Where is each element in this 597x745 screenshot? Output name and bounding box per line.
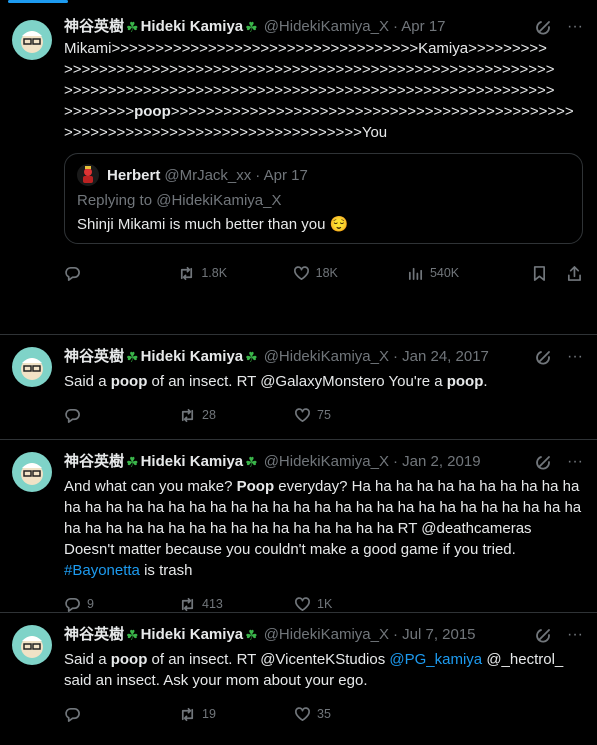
handle[interactable]: @HidekiKamiya_X bbox=[264, 347, 389, 367]
like-button[interactable]: 75 bbox=[294, 407, 409, 424]
handle[interactable]: @HidekiKamiya_X bbox=[264, 17, 389, 37]
clover-icon: ☘ bbox=[126, 19, 139, 35]
clover-icon: ☘ bbox=[126, 349, 139, 365]
clover-icon: ☘ bbox=[126, 627, 139, 643]
views-button[interactable]: 540K bbox=[407, 265, 531, 282]
action-bar: 1.8K 18K 540K bbox=[64, 258, 583, 288]
share-icon[interactable] bbox=[566, 265, 583, 282]
tweet[interactable]: 神谷英樹 ☘ Hideki Kamiya ☘ @HidekiKamiya_X ·… bbox=[0, 440, 597, 613]
handle[interactable]: @HidekiKamiya_X bbox=[264, 625, 389, 645]
reply-icon bbox=[65, 707, 80, 722]
display-name[interactable]: Hideki Kamiya bbox=[141, 625, 244, 645]
hashtag-link[interactable]: #Bayonetta bbox=[64, 562, 140, 579]
retweet-button[interactable]: 1.8K bbox=[178, 265, 292, 282]
display-name-jp[interactable]: 神谷英樹 bbox=[64, 17, 124, 37]
retweet-icon bbox=[181, 266, 193, 280]
retweet-icon bbox=[181, 408, 194, 422]
quote-handle[interactable]: @MrJack_xx bbox=[164, 167, 251, 184]
tweet-header: 神谷英樹 ☘ Hideki Kamiya ☘ @HidekiKamiya_X ·… bbox=[64, 452, 583, 472]
timestamp[interactable]: · Jan 2, 2019 bbox=[393, 452, 481, 472]
tweet-text: Said a poop of an insect. RT @VicenteKSt… bbox=[64, 651, 564, 689]
display-name-jp[interactable]: 神谷英樹 bbox=[64, 452, 124, 472]
retweet-button[interactable]: 28 bbox=[179, 407, 294, 424]
mention-link[interactable]: @PG_kamiya bbox=[389, 651, 482, 668]
clover-icon: ☘ bbox=[245, 627, 258, 643]
quote-avatar[interactable] bbox=[77, 164, 99, 186]
tweet[interactable]: 神谷英樹 ☘ Hideki Kamiya ☘ @HidekiKamiya_X ·… bbox=[0, 613, 597, 745]
display-name-jp[interactable]: 神谷英樹 bbox=[64, 347, 124, 367]
display-name[interactable]: Hideki Kamiya bbox=[141, 347, 244, 367]
action-bar: 28 75 bbox=[64, 400, 583, 430]
retweet-button[interactable]: 19 bbox=[179, 706, 294, 723]
avatar[interactable] bbox=[12, 347, 52, 387]
timestamp[interactable]: · Jan 24, 2017 bbox=[393, 347, 489, 367]
views-icon bbox=[408, 267, 422, 280]
retweet-icon bbox=[181, 707, 194, 721]
quote-display-name[interactable]: Herbert bbox=[107, 167, 160, 184]
clover-icon: ☘ bbox=[245, 454, 258, 470]
avatar[interactable] bbox=[12, 452, 52, 492]
quote-text: Shinji Mikami is much better than you 😌 bbox=[77, 216, 349, 233]
reply-button[interactable]: 9 bbox=[64, 596, 179, 613]
reply-icon bbox=[65, 597, 80, 612]
like-button[interactable]: 1K bbox=[294, 596, 409, 613]
clover-icon: ☘ bbox=[245, 349, 258, 365]
clover-icon: ☘ bbox=[126, 454, 139, 470]
like-icon bbox=[295, 407, 310, 422]
tweet-header: 神谷英樹 ☘ Hideki Kamiya ☘ @HidekiKamiya_X ·… bbox=[64, 17, 583, 37]
grok-icon[interactable] bbox=[535, 626, 553, 644]
tweet[interactable]: 神谷英樹 ☘ Hideki Kamiya ☘ @HidekiKamiya_X ·… bbox=[0, 335, 597, 440]
timestamp[interactable]: · Apr 17 bbox=[393, 17, 446, 37]
like-icon bbox=[295, 706, 310, 721]
replying-to: Replying to @HidekiKamiya_X bbox=[77, 192, 282, 209]
more-icon[interactable]: ··· bbox=[567, 625, 583, 645]
action-bar: 19 35 bbox=[64, 699, 583, 729]
reply-icon bbox=[65, 266, 80, 281]
reply-button[interactable] bbox=[64, 407, 179, 424]
reply-icon bbox=[65, 408, 80, 423]
tweet-header: 神谷英樹 ☘ Hideki Kamiya ☘ @HidekiKamiya_X ·… bbox=[64, 625, 583, 645]
reply-button[interactable] bbox=[64, 706, 179, 723]
avatar[interactable] bbox=[12, 20, 52, 60]
retweet-button[interactable]: 413 bbox=[179, 596, 294, 613]
tweet-text: Said a poop of an insect. RT @GalaxyMons… bbox=[64, 373, 488, 390]
like-button[interactable]: 35 bbox=[294, 706, 409, 723]
quote-timestamp[interactable]: · Apr 17 bbox=[255, 167, 308, 184]
quoted-tweet[interactable]: Herbert @MrJack_xx · Apr 17 Replying to … bbox=[64, 153, 583, 244]
tweet-text: And what can you make? Poop everyday? Ha… bbox=[64, 478, 582, 579]
handle[interactable]: @HidekiKamiya_X bbox=[264, 452, 389, 472]
display-name-jp[interactable]: 神谷英樹 bbox=[64, 625, 124, 645]
more-icon[interactable]: ··· bbox=[567, 347, 583, 367]
timestamp[interactable]: · Jul 7, 2015 bbox=[393, 625, 476, 645]
bookmark-icon[interactable] bbox=[531, 265, 548, 282]
grok-icon[interactable] bbox=[535, 453, 553, 471]
grok-icon[interactable] bbox=[535, 348, 553, 366]
display-name[interactable]: Hideki Kamiya bbox=[141, 17, 244, 37]
more-icon[interactable]: ··· bbox=[567, 17, 583, 37]
display-name[interactable]: Hideki Kamiya bbox=[141, 452, 244, 472]
more-icon[interactable]: ··· bbox=[567, 452, 583, 472]
like-icon bbox=[295, 596, 310, 611]
grok-icon[interactable] bbox=[535, 18, 553, 36]
tweet[interactable]: 神谷英樹 ☘ Hideki Kamiya ☘ @HidekiKamiya_X ·… bbox=[0, 3, 597, 335]
tweet-text: Mikami>>>>>>>>>>>>>>>>>>>>>>>>>>>>>>>>>>… bbox=[64, 40, 574, 141]
reply-button[interactable] bbox=[64, 265, 178, 282]
retweet-icon bbox=[181, 597, 194, 611]
tweet-header: 神谷英樹 ☘ Hideki Kamiya ☘ @HidekiKamiya_X ·… bbox=[64, 347, 583, 367]
avatar[interactable] bbox=[12, 625, 52, 665]
like-button[interactable]: 18K bbox=[293, 265, 407, 282]
clover-icon: ☘ bbox=[245, 19, 258, 35]
like-icon bbox=[293, 265, 309, 280]
